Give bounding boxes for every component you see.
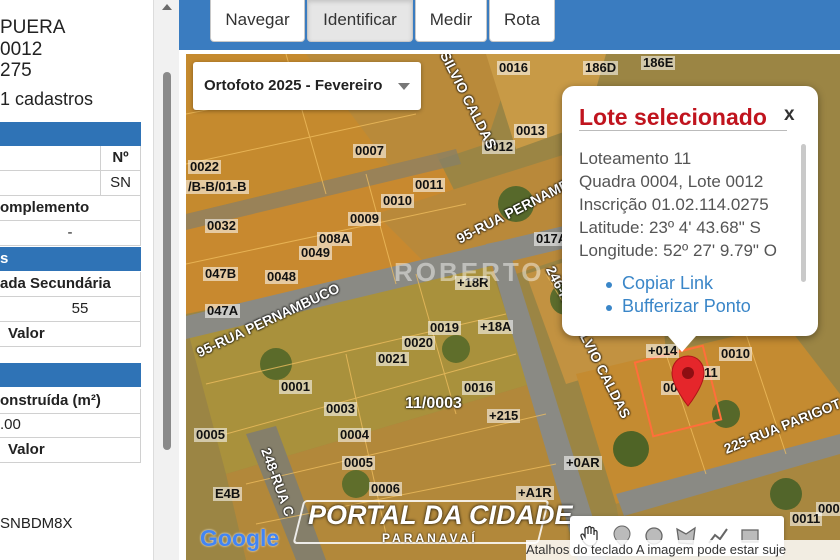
left-panel: PUERA 0012 275 1 cadastros Nº SN ompleme… [0,0,153,560]
popup-tail [668,336,696,352]
table-row: - [0,221,141,246]
buffer-point-link[interactable]: Bufferizar Ponto [622,296,751,317]
complemento-header: omplemento [0,199,90,216]
area-header: onstruída (m²) [0,392,101,409]
rota-button[interactable]: Rota [489,0,555,42]
map-view[interactable]: 0016 186D 186E 0012 0013 0007 0022 /B-B/… [186,54,840,560]
section-header: s [0,247,141,271]
parcel-label: 0049 [299,245,332,260]
section-header-text: s [0,250,9,267]
toolbar: Navegar Identificar Medir Rota [179,0,840,50]
parcel-label: 0001 [279,379,312,394]
parcel-label: 0009 [348,211,381,226]
parcel-label: 0003 [324,401,357,416]
navegar-button[interactable]: Navegar [210,0,305,42]
medir-button[interactable]: Medir [415,0,487,42]
table-row: Nº [0,146,141,171]
google-logo: Google [200,525,279,552]
parcel-label: 0016 [497,60,530,75]
parcel-label: /B-B/01-B [186,179,249,194]
layer-select-value: Ortofoto 2025 - Fevereiro [204,77,383,94]
scroll-up-icon[interactable] [162,4,172,10]
table-row: Valor [0,322,141,347]
table-row: SN [0,171,141,196]
block-label: 11/0003 [405,395,462,412]
parcel-label: 0011 [790,511,823,526]
number-header: Nº [100,146,140,170]
bullet-icon [606,305,612,311]
table-row: onstruída (m²) [0,389,141,414]
inscription-fragment: 275 [0,60,32,81]
entrada-value: 55 [71,300,89,317]
parcel-label: 047B [203,266,239,281]
popup-scrollbar[interactable] [801,144,806,282]
parcel-label: 0010 [381,193,414,208]
parcel-label: +215 [487,408,521,423]
parcel-label: 0022 [188,159,221,174]
layer-select[interactable]: Ortofoto 2025 - Fevereiro [193,62,421,110]
table-row: 55 [0,297,141,322]
municipality-fragment: PUERA [0,17,66,38]
watermark-text: ROBERTO [394,257,545,287]
complemento-value: - [67,224,73,241]
parcel-label: 047A [205,303,241,318]
parcel-label: 0019 [428,320,461,335]
area-value: .00 [0,416,21,433]
section-header [0,122,141,146]
parcel-label: 0007 [353,143,386,158]
bullet-icon [606,282,612,288]
valor-header: Valor [8,441,45,458]
table-row: Valor [0,438,141,463]
popup-title: Lote selecionado [579,104,767,130]
parcel-label: 186E [641,55,676,70]
popup-latitude: Latitude: 23º 4' 43.68" S [579,218,761,237]
close-button[interactable]: x [784,104,795,126]
parcel-label: 0013 [514,123,547,138]
valor-header: Valor [8,325,45,342]
parcel-label: 0004 [338,427,371,442]
table-row: ada Secundária [0,272,141,297]
parcel-label: 0020 [402,335,435,350]
popup-inscricao: Inscrição 01.02.114.0275 [579,195,769,214]
cadastros-count: 1 cadastros [0,89,94,109]
copy-link[interactable]: Copiar Link [622,273,713,294]
parcel-label: E4B [213,486,243,501]
watermark-logo-subtext: PARANAVAÍ [382,531,478,545]
code-text: SNBDM8X [0,515,73,532]
parcel-label: 0010 [719,346,752,361]
watermark-logo-text: PORTAL DA CIDADE [308,500,573,530]
parcel-label: 0048 [265,269,298,284]
lot-fragment: 0012 [0,39,43,60]
identificar-button[interactable]: Identificar [307,0,413,42]
parcel-label: 0011 [413,177,446,192]
parcel-label: 008A [317,231,353,246]
number-value: SN [100,171,140,195]
entrada-header: ada Secundária [0,275,111,292]
parcel-label: 186D [583,60,619,75]
lot-popup: Lote selecionado x Loteamento 11 Quadra … [562,86,818,352]
parcel-label: +18A [478,319,514,334]
parcel-label: +0AR [564,455,602,470]
popup-loteamento: Loteamento 11 [579,149,692,168]
scroll-thumb[interactable] [163,72,171,450]
map-attribution[interactable]: Atalhos do teclado A imagem pode estar s… [526,540,840,560]
parcel-label: 0005 [194,427,227,442]
parcel-label: 0021 [376,351,409,366]
parcel-label: 0032 [205,218,238,233]
popup-quadra-lote: Quadra 0004, Lote 0012 [579,172,764,191]
parcel-label: +A1R [516,485,554,500]
section-header [0,363,141,387]
popup-divider [579,130,787,131]
chevron-down-icon [398,83,410,90]
parcel-label: 0016 [462,380,495,395]
map-pin-icon[interactable] [670,354,706,408]
parcel-label: 0005 [342,455,375,470]
table-row: omplemento [0,196,141,221]
google-logo-text: Google [200,525,280,551]
left-scrollbar[interactable] [153,0,179,560]
popup-longitude: Longitude: 52º 27' 9.79" O [579,241,777,260]
table-row: .00 [0,413,141,438]
parcel-label: 0006 [369,481,402,496]
